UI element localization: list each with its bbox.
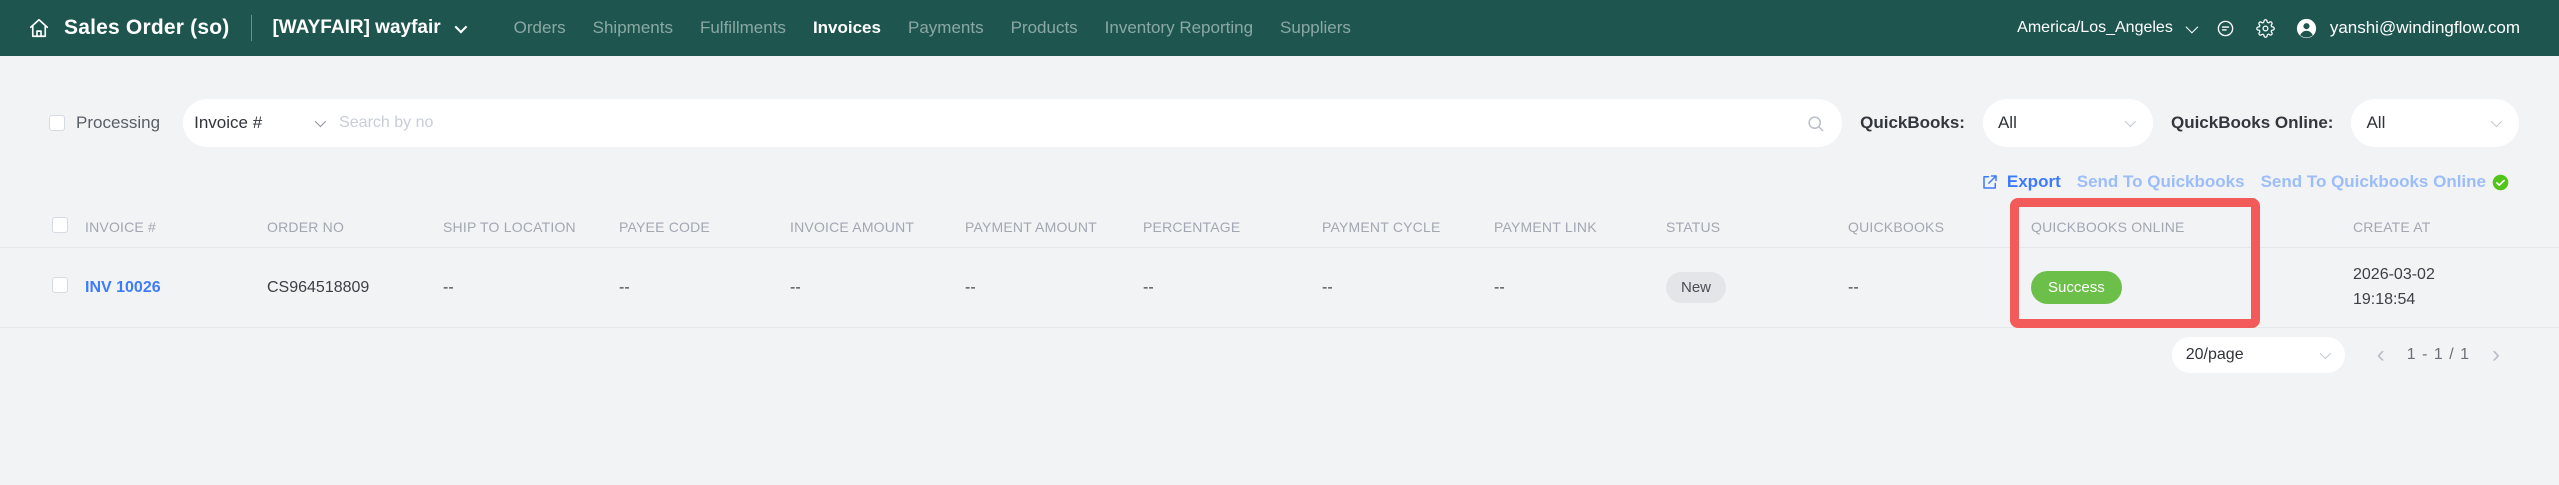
action-row: Export Send To Quickbooks Send To Quickb… (1981, 166, 2509, 198)
export-icon (1981, 173, 1999, 191)
chevron-down-icon (2124, 115, 2137, 128)
column-header-payee-code: PAYEE CODE (619, 219, 710, 235)
quickbooks-online-filter-label: QuickBooks Online: (2170, 113, 2334, 132)
settings-gear-icon[interactable] (2255, 18, 2275, 38)
create-at-time: 19:18:54 (2353, 290, 2416, 308)
send-to-quickbooks-label: Send To Quickbooks (2076, 172, 2245, 191)
search-input[interactable] (335, 114, 1807, 132)
page-size-value: 20/page (2185, 346, 2244, 363)
quickbooks-filter-value: All (1997, 113, 2017, 132)
store-selector[interactable]: [WAYFAIR] wayfair (272, 17, 467, 39)
store-selector-label: [WAYFAIR] wayfair (272, 17, 441, 38)
column-header-ship-to-location: SHIP TO LOCATION (443, 219, 576, 235)
column-header-payment-cycle: PAYMENT CYCLE (1322, 219, 1441, 235)
next-page-icon[interactable]: › (2488, 343, 2504, 367)
search-icon[interactable] (1806, 114, 1825, 133)
connected-check-icon (2492, 174, 2509, 191)
user-avatar-icon[interactable] (2296, 18, 2317, 39)
pagination: 20/page ‹ 1 - 1 / 1 › (2171, 337, 2504, 373)
search-type-dropdown[interactable]: Invoice # (183, 113, 335, 133)
create-at-date: 2026-03-02 (2353, 265, 2435, 283)
chevron-down-icon (2319, 347, 2331, 360)
column-header-invoice-amount: INVOICE AMOUNT (790, 219, 915, 235)
send-to-quickbooks-online-label: Send To Quickbooks Online (2260, 172, 2486, 191)
table-row: INV 10026 CS964518809 -- -- -- -- -- -- … (0, 248, 2559, 328)
user-email[interactable]: yanshi@windingflow.com (2330, 18, 2520, 38)
ship-to-location-cell: -- (443, 278, 454, 296)
nav-item-suppliers[interactable]: Suppliers (1280, 18, 1351, 38)
quickbooks-online-filter-value: All (2366, 113, 2386, 132)
prev-page-icon[interactable]: ‹ (2373, 343, 2389, 367)
export-button[interactable]: Export (1981, 172, 2061, 192)
select-all-checkbox[interactable] (52, 216, 68, 233)
invoice-number-link[interactable]: INV 10026 (85, 279, 161, 296)
column-header-create-at: CREATE AT (2353, 219, 2431, 235)
search-group: Invoice # (183, 99, 1843, 147)
top-navigation-bar: Sales Order (so) [WAYFAIR] wayfair Order… (0, 0, 2559, 56)
row-select-cell (0, 277, 85, 298)
create-at-cell: 2026-03-02 19:18:54 (2353, 263, 2559, 313)
column-header-quickbooks: QUICKBOOKS (1848, 219, 1945, 235)
nav-item-shipments[interactable]: Shipments (593, 18, 673, 38)
column-header-order-no: ORDER NO (267, 219, 345, 235)
table-header-row: INVOICE # ORDER NO SHIP TO LOCATION PAYE… (0, 207, 2559, 248)
nav-item-products[interactable]: Products (1011, 18, 1078, 38)
nav-item-orders[interactable]: Orders (514, 18, 566, 38)
topbar-left-group: Sales Order (so) [WAYFAIR] wayfair Order… (0, 15, 1351, 41)
invoice-amount-cell: -- (790, 278, 801, 296)
processing-label[interactable]: Processing (76, 113, 160, 133)
column-header-invoice-no: INVOICE # (85, 219, 157, 235)
order-no-cell: CS964518809 (267, 278, 370, 296)
main-nav: Orders Shipments Fulfillments Invoices P… (514, 18, 1351, 38)
invoices-page: Sales Order (so) [WAYFAIR] wayfair Order… (0, 0, 2559, 485)
chevron-down-icon (314, 115, 327, 128)
page-range: 1 - 1 / 1 (2406, 346, 2470, 363)
topbar-divider (251, 15, 253, 41)
processing-checkbox[interactable] (49, 115, 65, 131)
column-header-payment-amount: PAYMENT AMOUNT (965, 219, 1097, 235)
quickbooks-online-filter-dropdown[interactable]: All (2351, 99, 2520, 147)
send-to-quickbooks-button[interactable]: Send To Quickbooks (2077, 172, 2245, 192)
nav-item-invoices[interactable]: Invoices (813, 18, 881, 38)
status-badge: New (1666, 272, 1727, 303)
percentage-cell: -- (1143, 278, 1154, 296)
payment-cycle-cell: -- (1322, 278, 1333, 296)
topbar-right-group: America/Los_Angeles yanshi@windingflow.c… (2017, 18, 2559, 39)
quickbooks-filter-label: QuickBooks: (1860, 113, 1965, 132)
row-checkbox[interactable] (52, 277, 68, 293)
chevron-down-icon (2185, 20, 2199, 33)
nav-item-fulfillments[interactable]: Fulfillments (700, 18, 786, 38)
home-icon[interactable] (28, 17, 50, 39)
column-header-status: STATUS (1666, 219, 1721, 235)
timezone-label: America/Los_Angeles (2017, 19, 2173, 36)
payee-code-cell: -- (619, 278, 630, 296)
chevron-down-icon (454, 20, 467, 33)
quickbooks-online-status-badge: Success (2031, 271, 2122, 304)
payment-amount-cell: -- (965, 278, 976, 296)
feedback-icon[interactable] (2216, 19, 2235, 38)
chevron-down-icon (2491, 115, 2503, 128)
column-header-payment-link: PAYMENT LINK (1494, 219, 1597, 235)
export-label: Export (2006, 172, 2061, 191)
filter-row: Processing Invoice # QuickBooks: All Qui… (49, 99, 2520, 147)
column-header-percentage: PERCENTAGE (1143, 219, 1241, 235)
quickbooks-filter-dropdown[interactable]: All (1982, 99, 2153, 147)
page-size-dropdown[interactable]: 20/page (2171, 337, 2345, 373)
timezone-selector[interactable]: America/Los_Angeles (2017, 19, 2199, 37)
nav-item-payments[interactable]: Payments (908, 18, 984, 38)
app-title: Sales Order (so) (64, 16, 230, 39)
nav-item-inventory-reporting[interactable]: Inventory Reporting (1105, 18, 1253, 38)
quickbooks-cell: -- (1848, 278, 1859, 296)
send-to-quickbooks-online-button[interactable]: Send To Quickbooks Online (2261, 172, 2509, 192)
payment-link-cell: -- (1494, 278, 1505, 296)
column-header-quickbooks-online: QUICKBOOKS ONLINE (2031, 219, 2185, 235)
select-all-cell (0, 216, 85, 238)
search-type-value: Invoice # (194, 113, 263, 132)
